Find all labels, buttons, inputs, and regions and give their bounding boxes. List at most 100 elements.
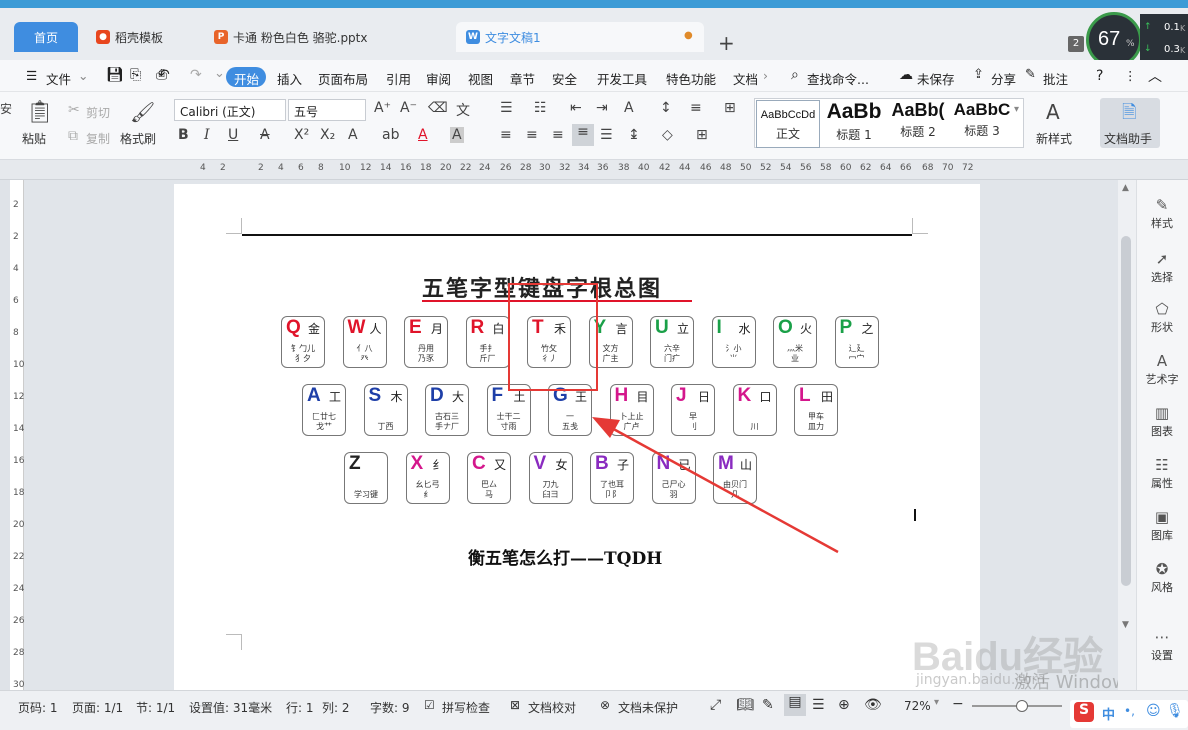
style-normal[interactable]: AaBbCcDd 正文 — [756, 100, 820, 148]
tab-docer[interactable]: ● 稻壳模板 — [86, 22, 200, 52]
numbered-list-icon[interactable]: ☷ — [534, 100, 547, 116]
style-heading3[interactable]: AaBbC 标题 3 — [950, 100, 1014, 148]
bullet-list-icon[interactable]: ☰ — [500, 100, 513, 116]
side-panel-chart[interactable]: ▥ 图表 — [1136, 404, 1188, 439]
font-size-select[interactable]: 五号 — [288, 99, 366, 121]
cut-button[interactable]: 剪切 — [86, 104, 110, 121]
side-panel-wordart[interactable]: A 艺术字 — [1136, 352, 1188, 387]
menu-dev-tools[interactable]: 开发工具 — [597, 69, 647, 88]
export-icon[interactable]: ⎘ — [130, 67, 141, 83]
clear-format-icon[interactable]: ⌫ — [428, 100, 448, 116]
gallery-more-icon[interactable]: ▾ — [1014, 104, 1019, 115]
side-panel-cursor[interactable]: ➚ 选择 — [1136, 250, 1188, 285]
collapse-ribbon-icon[interactable]: ︿ — [1148, 66, 1162, 86]
zoom-slider-thumb[interactable] — [1016, 700, 1028, 712]
decrease-indent-icon[interactable]: ⇤ — [570, 100, 582, 116]
hamburger-icon[interactable]: ☰ — [26, 68, 37, 83]
menu-doc[interactable]: 文档 — [733, 69, 758, 88]
menu-home[interactable]: 开始 — [234, 69, 259, 88]
web-view-icon[interactable]: ⊕ — [838, 697, 850, 713]
status-words[interactable]: 字数: 9 — [370, 699, 410, 716]
more-menu-icon[interactable]: ⋮ — [1124, 68, 1137, 83]
highlight-icon[interactable]: ab — [382, 127, 399, 143]
status-section[interactable]: 节: 1/1 — [136, 699, 175, 716]
side-panel-pen[interactable]: ✎ 样式 — [1136, 196, 1188, 231]
status-page[interactable]: 页码: 1 — [18, 699, 58, 716]
new-tab-button[interactable]: + — [718, 31, 735, 55]
proofread-button[interactable]: 文档校对 — [528, 699, 576, 716]
help-icon[interactable]: ? — [1096, 68, 1103, 84]
zoom-dropdown-icon[interactable]: ▾ — [934, 697, 939, 708]
increase-indent-icon[interactable]: ⇥ — [596, 100, 608, 116]
scroll-up-icon[interactable]: ▲ — [1122, 183, 1129, 193]
page-view-icon[interactable]: ▤ — [784, 694, 806, 716]
status-pages[interactable]: 页面: 1/1 — [72, 699, 123, 716]
justify-icon[interactable]: ≡ — [572, 124, 594, 146]
paragraph-spacing-icon[interactable]: ↨ — [628, 127, 640, 143]
status-row[interactable]: 行: 1 — [286, 699, 314, 716]
sort-icon[interactable]: ↕ — [660, 100, 672, 116]
side-panel-style[interactable]: ✪ 风格 — [1136, 560, 1188, 595]
read-mode-icon[interactable]: 📖︎ — [736, 697, 754, 713]
write-mode-icon[interactable]: ✎ — [762, 697, 774, 713]
menu-chapter[interactable]: 章节 — [510, 69, 535, 88]
tab-pptx[interactable]: P 卡通 粉色白色 骆驼.pptx — [204, 22, 450, 52]
shading-icon[interactable]: ◇ — [662, 127, 673, 143]
fullscreen-icon[interactable]: ⤢ — [710, 697, 721, 713]
status-col[interactable]: 列: 2 — [322, 699, 350, 716]
tab-word-doc[interactable]: W 文字文稿1 ● — [456, 22, 704, 52]
subscript-icon[interactable]: X₂ — [320, 127, 335, 143]
pinyin-icon[interactable]: 文 — [456, 100, 470, 120]
undo-icon[interactable]: ↶ — [158, 67, 170, 83]
side-panel-image[interactable]: ▣ 图库 — [1136, 508, 1188, 543]
menu-review[interactable]: 审阅 — [426, 69, 451, 88]
paste-button[interactable]: 粘贴 — [22, 130, 46, 147]
align-right-icon[interactable]: ≡ — [552, 127, 564, 143]
bold-icon[interactable]: B — [178, 127, 189, 143]
zoom-level[interactable]: 72% — [904, 699, 931, 713]
scroll-thumb[interactable] — [1121, 236, 1131, 586]
format-painter-button[interactable]: 格式刷 — [120, 130, 156, 147]
menu-security[interactable]: 安全 — [552, 69, 577, 88]
tab-home[interactable]: 首页 — [14, 22, 78, 52]
menu-insert[interactable]: 插入 — [277, 69, 302, 88]
copy-button[interactable]: 复制 — [86, 130, 110, 147]
menu-references[interactable]: 引用 — [386, 69, 411, 88]
shrink-font-icon[interactable]: A⁻ — [400, 100, 417, 116]
command-search[interactable]: 查找命令... — [807, 69, 869, 88]
strikethrough-icon[interactable]: A — [260, 127, 270, 143]
menu-file[interactable]: 文件 — [46, 69, 71, 88]
style-heading1[interactable]: AaBb 标题 1 — [822, 100, 886, 148]
side-panel-properties[interactable]: ☷ 属性 — [1136, 456, 1188, 491]
text-effect-icon[interactable]: A — [348, 127, 358, 143]
align-center-icon[interactable]: ≡ — [526, 127, 538, 143]
paste-icon[interactable]: 📋︎ — [26, 100, 54, 125]
style-heading2[interactable]: AaBb(标题 2 — [886, 100, 950, 148]
chevron-down-icon[interactable]: ⌄ — [78, 68, 88, 83]
status-setting[interactable]: 设置值: 31毫米 — [189, 699, 272, 716]
zoom-out-icon[interactable]: − — [952, 696, 964, 712]
protect-button[interactable]: 文档未保护 — [618, 699, 678, 716]
border-icon[interactable]: ⊞ — [696, 127, 708, 143]
menu-view[interactable]: 视图 — [468, 69, 493, 88]
ime-toolbar[interactable]: S 中 •, ☺ 🎙︎ — [1070, 700, 1188, 728]
align-left-icon[interactable]: ≡ — [500, 127, 512, 143]
spellcheck-button[interactable]: 拼写检查 — [442, 699, 490, 716]
distribute-icon[interactable]: ☰ — [600, 127, 613, 143]
scroll-down-icon[interactable]: ▼ — [1122, 620, 1129, 630]
menu-page-layout[interactable]: 页面布局 — [318, 69, 368, 88]
menu-features[interactable]: 特色功能 — [666, 69, 716, 88]
grow-font-icon[interactable]: A⁺ — [374, 100, 391, 116]
underline-icon[interactable]: U — [228, 127, 238, 143]
side-panel-shape[interactable]: ⬠ 形状 — [1136, 300, 1188, 335]
superscript-icon[interactable]: X² — [294, 127, 309, 143]
line-spacing-icon[interactable]: ≡ — [690, 100, 702, 116]
chinese-layout-icon[interactable]: A — [624, 100, 634, 116]
ime-mode[interactable]: 中 — [1102, 704, 1115, 723]
emoji-icon[interactable]: ☺ — [1146, 703, 1161, 719]
share-button[interactable]: 分享 — [991, 69, 1016, 88]
char-shading-icon[interactable]: A — [450, 127, 464, 143]
font-color-icon[interactable]: A — [418, 127, 428, 143]
menu-scroll-right-icon[interactable]: › — [763, 68, 768, 83]
side-panel-settings[interactable]: ⋯ 设置 — [1136, 628, 1188, 663]
